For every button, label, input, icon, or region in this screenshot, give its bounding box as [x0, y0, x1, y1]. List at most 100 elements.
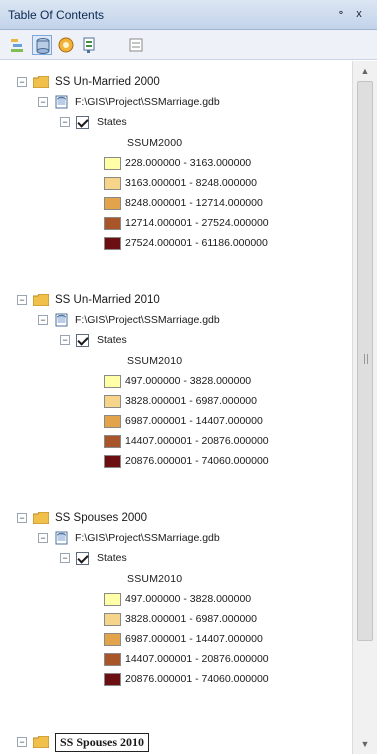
feature-layer-name[interactable]: States — [97, 334, 127, 346]
legend-class-range: 497.000000 - 3828.000000 — [125, 375, 252, 387]
legend-swatch[interactable] — [104, 196, 121, 210]
group-layer-name[interactable]: SS Un-Married 2000 — [55, 76, 160, 88]
toc-toolbar — [0, 30, 377, 60]
legend-class-range: 12714.000001 - 27524.000000 — [125, 217, 269, 229]
geodatabase-icon — [54, 313, 70, 327]
legend-class-row[interactable]: 14407.000001 - 20876.000000 — [104, 432, 269, 450]
legend-swatch[interactable] — [104, 236, 121, 250]
layer-visibility-checkbox[interactable] — [76, 115, 89, 129]
data-source-path: F:\GIS\Project\SSMarriage.gdb — [75, 96, 220, 108]
group-layer-name[interactable]: SS Spouses 2000 — [55, 512, 147, 524]
editing-group-row[interactable]: − SS Spouses 2010 — [17, 732, 150, 752]
feature-layer-name[interactable]: States — [97, 116, 127, 128]
group-layer-name[interactable]: SS Un-Married 2010 — [55, 294, 160, 306]
collapse-toggle[interactable]: − — [60, 553, 70, 563]
window-title: Table Of Contents — [8, 8, 105, 22]
legend-class-row[interactable]: 3828.000001 - 6987.000000 — [104, 610, 257, 628]
legend-swatch[interactable] — [104, 394, 121, 408]
legend-swatch[interactable] — [104, 672, 121, 686]
collapse-toggle[interactable]: − — [17, 737, 27, 747]
legend-class-range: 3828.000001 - 6987.000000 — [125, 395, 257, 407]
legend-class-range: 20876.000001 - 74060.000000 — [125, 673, 269, 685]
symbology-field-name: SSUM2010 — [127, 355, 183, 367]
layer-visibility-checkbox[interactable] — [76, 551, 89, 565]
feature-layer-name[interactable]: States — [97, 552, 127, 564]
list-by-selection-icon[interactable] — [80, 35, 100, 55]
legend-swatch[interactable] — [104, 156, 121, 170]
collapse-toggle[interactable]: − — [17, 295, 27, 305]
feature-layer-row[interactable]: − States — [60, 549, 127, 567]
layer-visibility-checkbox[interactable] — [76, 333, 89, 347]
collapse-toggle[interactable]: − — [38, 533, 48, 543]
list-by-visibility-icon[interactable] — [56, 35, 76, 55]
collapse-toggle[interactable]: − — [17, 513, 27, 523]
legend-class-range: 6987.000001 - 14407.000000 — [125, 415, 263, 427]
legend-swatch[interactable] — [104, 414, 121, 428]
legend-swatch[interactable] — [104, 652, 121, 666]
legend-swatch[interactable] — [104, 374, 121, 388]
list-by-drawing-order-icon[interactable] — [8, 35, 28, 55]
group-layer-icon — [33, 736, 49, 748]
layer-tree: − SS Un-Married 2000 − F:\GIS\Project\SS… — [0, 61, 352, 754]
group-layer-icon — [33, 76, 49, 88]
legend-class-range: 3163.000001 - 8248.000000 — [125, 177, 257, 189]
vertical-scrollbar[interactable]: ▲ ▼ — [352, 61, 377, 754]
legend-swatch[interactable] — [104, 612, 121, 626]
legend-swatch[interactable] — [104, 176, 121, 190]
legend-class-row[interactable]: 497.000000 - 3828.000000 — [104, 372, 251, 390]
feature-layer-row[interactable]: − States — [60, 113, 127, 131]
legend-class-row[interactable]: 12714.000001 - 27524.000000 — [104, 214, 269, 232]
symbology-field-name: SSUM2010 — [127, 573, 183, 585]
data-source-row[interactable]: − F:\GIS\Project\SSMarriage.gdb — [38, 93, 220, 111]
legend-swatch[interactable] — [104, 454, 121, 468]
collapse-toggle[interactable]: − — [38, 97, 48, 107]
legend-class-range: 14407.000001 - 20876.000000 — [125, 653, 269, 665]
collapse-toggle[interactable]: − — [60, 117, 70, 127]
legend-class-range: 6987.000001 - 14407.000000 — [125, 633, 263, 645]
geodatabase-icon — [54, 531, 70, 545]
legend-swatch[interactable] — [104, 216, 121, 230]
collapse-toggle[interactable]: − — [17, 77, 27, 87]
legend-swatch[interactable] — [104, 592, 121, 606]
legend-class-row[interactable]: 20876.000001 - 74060.000000 — [104, 670, 269, 688]
group-layer-row[interactable]: − SS Un-Married 2010 — [17, 291, 160, 309]
legend-class-row[interactable]: 20876.000001 - 74060.000000 — [104, 452, 269, 470]
symbology-field-name: SSUM2000 — [127, 137, 183, 149]
scroll-down-icon[interactable]: ▼ — [359, 738, 371, 750]
legend-class-range: 27524.000001 - 61186.000000 — [125, 237, 268, 249]
pin-icon[interactable]: ॰ — [334, 7, 348, 21]
legend-class-range: 497.000000 - 3828.000000 — [125, 593, 252, 605]
collapse-toggle[interactable]: − — [60, 335, 70, 345]
legend-class-row[interactable]: 228.000000 - 3163.000000 — [104, 154, 251, 172]
data-source-path: F:\GIS\Project\SSMarriage.gdb — [75, 314, 220, 326]
legend-class-row[interactable]: 6987.000001 - 14407.000000 — [104, 412, 263, 430]
scrollbar-thumb[interactable] — [357, 81, 373, 641]
collapse-toggle[interactable]: − — [38, 315, 48, 325]
group-layer-row[interactable]: − SS Un-Married 2000 — [17, 73, 160, 91]
data-source-row[interactable]: − F:\GIS\Project\SSMarriage.gdb — [38, 529, 220, 547]
group-name-edit-field[interactable]: SS Spouses 2010 — [55, 732, 150, 752]
legend-class-row[interactable]: 3828.000001 - 6987.000000 — [104, 392, 257, 410]
legend-class-row[interactable]: 8248.000001 - 12714.000000 — [104, 194, 263, 212]
group-layer-icon — [33, 512, 49, 524]
legend-class-row[interactable]: 3163.000001 - 8248.000000 — [104, 174, 257, 192]
legend-class-range: 3828.000001 - 6987.000000 — [125, 613, 257, 625]
legend-class-range: 8248.000001 - 12714.000000 — [125, 197, 263, 209]
list-by-source-icon[interactable] — [32, 35, 52, 55]
group-layer-row[interactable]: − SS Spouses 2000 — [17, 509, 147, 527]
close-icon[interactable]: x — [352, 7, 366, 21]
legend-swatch[interactable] — [104, 632, 121, 646]
legend-class-row[interactable]: 27524.000001 - 61186.000000 — [104, 234, 268, 252]
geodatabase-icon — [54, 95, 70, 109]
group-layer-icon — [33, 294, 49, 306]
legend-class-row[interactable]: 6987.000001 - 14407.000000 — [104, 630, 263, 648]
data-source-path: F:\GIS\Project\SSMarriage.gdb — [75, 532, 220, 544]
legend-swatch[interactable] — [104, 434, 121, 448]
data-source-row[interactable]: − F:\GIS\Project\SSMarriage.gdb — [38, 311, 220, 329]
legend-class-row[interactable]: 14407.000001 - 20876.000000 — [104, 650, 269, 668]
symbology-field-row: SSUM2000 — [127, 134, 182, 152]
scroll-up-icon[interactable]: ▲ — [359, 65, 371, 77]
legend-class-row[interactable]: 497.000000 - 3828.000000 — [104, 590, 251, 608]
options-icon[interactable] — [126, 35, 146, 55]
feature-layer-row[interactable]: − States — [60, 331, 127, 349]
